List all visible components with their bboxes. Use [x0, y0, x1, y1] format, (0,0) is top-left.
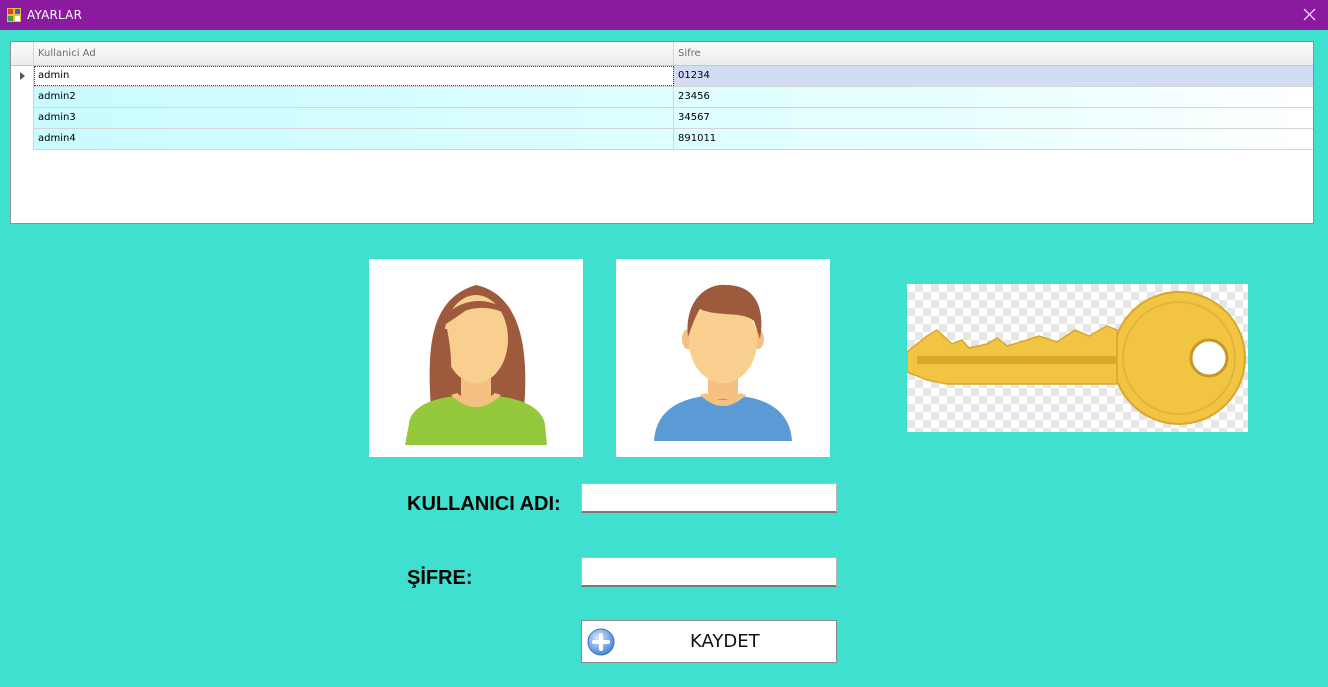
column-header-kullanici[interactable]: Kullanici Ad: [34, 42, 674, 65]
table-row[interactable]: admin2 23456: [34, 87, 1313, 108]
users-grid[interactable]: Kullanici Ad Sifre admin 01234 admin2 23…: [10, 41, 1314, 224]
table-row[interactable]: admin4 891011: [34, 129, 1313, 150]
close-button[interactable]: [1294, 0, 1324, 30]
cell-sifre[interactable]: 23456: [674, 87, 1313, 107]
username-input[interactable]: [581, 483, 837, 513]
row-header-column: [11, 66, 34, 150]
grid-header: Kullanici Ad Sifre: [11, 42, 1313, 66]
app-icon: [7, 8, 21, 22]
row-header-corner: [11, 42, 34, 65]
window-title: AYARLAR: [27, 8, 83, 22]
cell-kullanici[interactable]: admin3: [34, 108, 674, 128]
plus-circle-icon: [587, 628, 615, 656]
save-button[interactable]: KAYDET: [581, 620, 837, 663]
male-avatar-picture: [616, 259, 830, 457]
cell-sifre[interactable]: 891011: [674, 129, 1313, 149]
username-label: KULLANICI ADI:: [407, 493, 561, 515]
female-avatar-picture: [369, 259, 583, 457]
key-picture: [906, 284, 1248, 432]
password-input[interactable]: [581, 557, 837, 587]
column-header-sifre[interactable]: Sifre: [674, 42, 1313, 65]
cell-sifre[interactable]: 34567: [674, 108, 1313, 128]
cell-sifre[interactable]: 01234: [674, 66, 1313, 86]
key-icon: [906, 291, 1246, 425]
title-bar: AYARLAR: [0, 0, 1328, 30]
current-row-pointer-icon: [20, 72, 25, 80]
cell-kullanici[interactable]: admin2: [34, 87, 674, 107]
table-row[interactable]: admin 01234: [34, 66, 1313, 87]
save-button-label: KAYDET: [690, 631, 760, 652]
table-row[interactable]: admin3 34567: [34, 108, 1313, 129]
close-icon: [1303, 8, 1316, 21]
male-avatar-icon: [654, 284, 792, 441]
cell-kullanici[interactable]: admin: [34, 66, 674, 86]
female-avatar-icon: [405, 285, 547, 445]
cell-kullanici[interactable]: admin4: [34, 129, 674, 149]
password-label: ŞİFRE:: [407, 567, 473, 589]
